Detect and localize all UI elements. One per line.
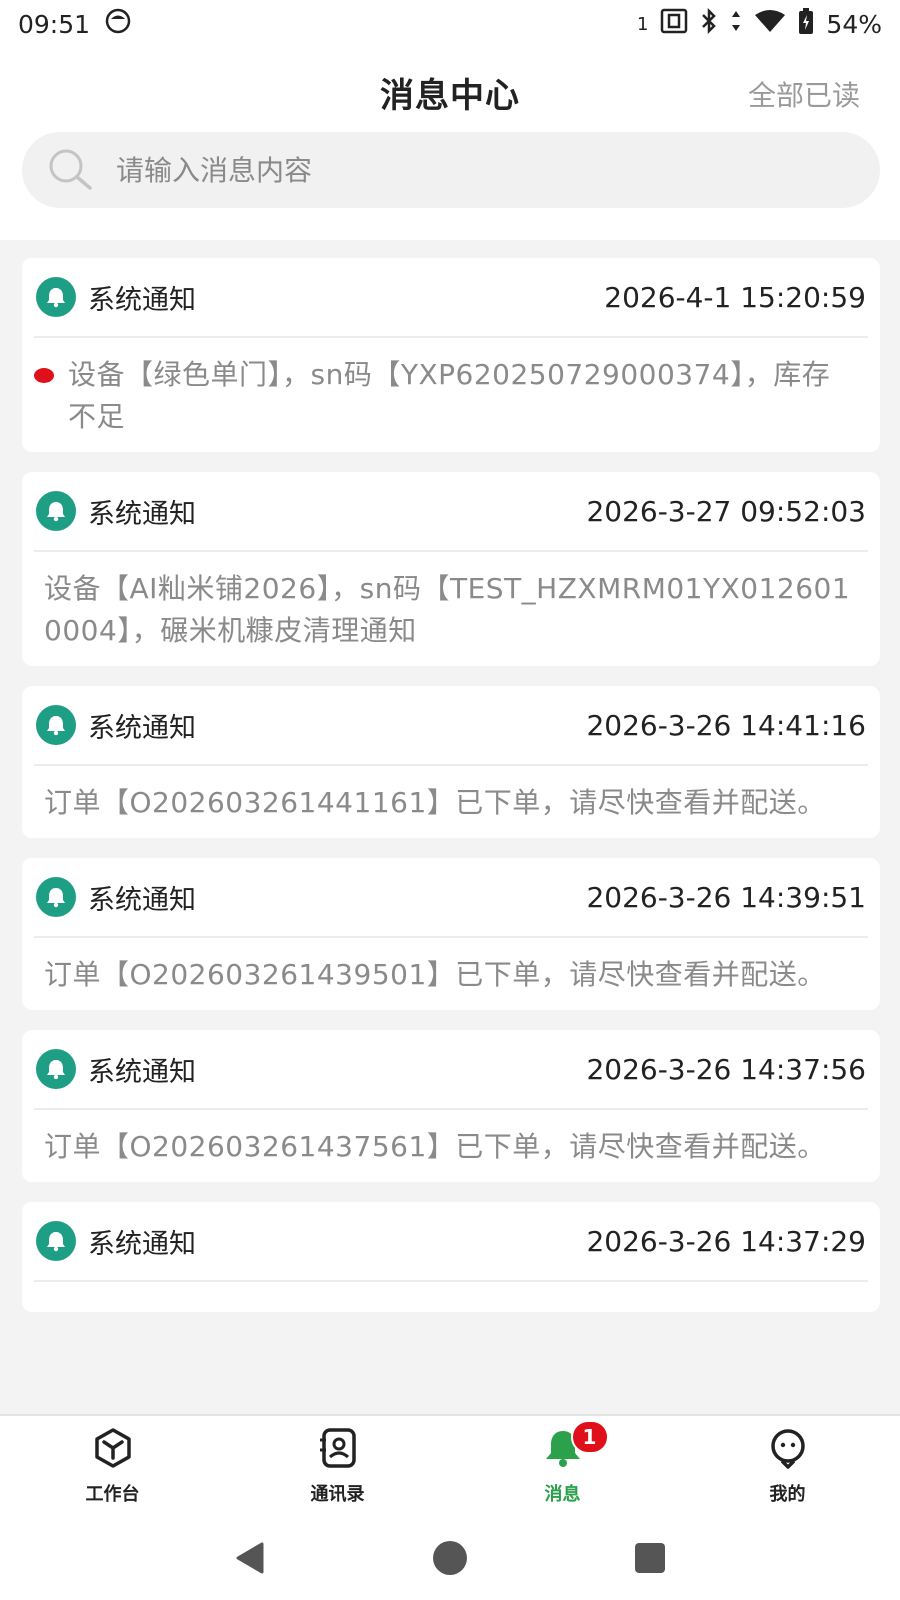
- message-card-header: 系统通知 2026-3-27 09:52:03: [34, 472, 868, 552]
- mark-all-read-button[interactable]: 全部已读: [748, 74, 860, 114]
- tab-label: 消息: [544, 1484, 581, 1505]
- system-navigation-bar: [0, 1520, 900, 1600]
- message-body: 设备【AI籼米铺2026】，sn码【TEST_HZXMRM01YX0126010…: [34, 552, 868, 666]
- message-list[interactable]: 系统通知 2026-4-1 15:20:59 设备【绿色单门】，sn码【YXP6…: [0, 240, 900, 1414]
- unread-dot: [34, 368, 54, 383]
- message-card-header: 系统通知 2026-3-26 14:41:16: [34, 686, 868, 766]
- message-time: 2026-4-1 15:20:59: [604, 280, 866, 314]
- bell-icon: [36, 877, 76, 917]
- message-body: 订单【O202603261441161】已下单，请尽快查看并配送。: [34, 766, 868, 838]
- bluetooth-icon: [700, 7, 718, 40]
- message-time: 2026-3-26 14:37:29: [586, 1224, 866, 1258]
- home-icon[interactable]: [430, 1538, 470, 1582]
- message-type: 系统通知: [88, 712, 196, 744]
- workbench-icon: [91, 1426, 135, 1474]
- message-card-header: 系统通知 2026-3-26 14:37:56: [34, 1030, 868, 1110]
- message-content: 订单【O202603261437561】已下单，请尽快查看并配送。: [44, 1130, 826, 1163]
- message-time: 2026-3-26 14:39:51: [586, 880, 866, 914]
- tab-label: 通讯录: [310, 1484, 365, 1505]
- bell-icon: [36, 1221, 76, 1261]
- message-content: 订单【O202603261441161】已下单，请尽快查看并配送。: [44, 786, 826, 819]
- message-type: 系统通知: [88, 1056, 196, 1088]
- message-type: 系统通知: [88, 884, 196, 916]
- notification-app-icon: [104, 7, 132, 41]
- tab-profile[interactable]: 我的: [675, 1416, 900, 1520]
- data-arrows-icon: [730, 8, 742, 40]
- message-type: 系统通知: [88, 498, 196, 530]
- bell-icon: [36, 1049, 76, 1089]
- message-body: 订单【O202603261439501】已下单，请尽快查看并配送。: [34, 938, 868, 1010]
- header: 消息中心 全部已读: [0, 48, 900, 128]
- tab-messages[interactable]: 1 消息: [450, 1416, 675, 1520]
- message-card[interactable]: 系统通知 2026-3-26 14:39:51 订单【O202603261439…: [22, 858, 880, 1010]
- message-content: 订单【O202603261439501】已下单，请尽快查看并配送。: [44, 958, 826, 991]
- tab-label: 我的: [769, 1484, 806, 1505]
- message-card-header: 系统通知 2026-3-26 14:39:51: [34, 858, 868, 938]
- unread-count-badge: 1: [570, 1420, 609, 1454]
- bell-icon: [36, 277, 76, 317]
- bottom-tab-bar: 工作台 通讯录 1 消息 我的: [0, 1414, 900, 1520]
- message-content: 设备【AI籼米铺2026】，sn码【TEST_HZXMRM01YX0126010…: [44, 572, 851, 647]
- message-card[interactable]: 系统通知 2026-4-1 15:20:59 设备【绿色单门】，sn码【YXP6…: [22, 258, 880, 452]
- status-time: 09:51: [18, 9, 91, 39]
- message-time: 2026-3-26 14:37:56: [586, 1052, 866, 1086]
- bell-icon: [36, 705, 76, 745]
- message-card[interactable]: 系统通知 2026-3-26 14:37:56 订单【O202603261437…: [22, 1030, 880, 1182]
- message-body: [34, 1282, 868, 1312]
- message-body: 订单【O202603261437561】已下单，请尽快查看并配送。: [34, 1110, 868, 1182]
- search-icon: [46, 146, 96, 194]
- recents-icon[interactable]: [630, 1538, 670, 1582]
- message-type: 系统通知: [88, 284, 196, 316]
- message-time: 2026-3-26 14:41:16: [586, 708, 866, 742]
- sim-indicator: 1: [636, 13, 649, 35]
- contacts-icon: [316, 1426, 360, 1474]
- nfc-icon: [660, 8, 688, 40]
- wifi-icon: [754, 8, 786, 40]
- battery-level: 54%: [826, 9, 882, 39]
- profile-icon: [766, 1426, 810, 1474]
- message-type: 系统通知: [88, 1228, 196, 1260]
- status-bar: 09:51 1 54%: [0, 0, 900, 48]
- message-content: 设备【绿色单门】，sn码【YXP620250729000374】，库存不足: [68, 358, 831, 433]
- message-card[interactable]: 系统通知 2026-3-27 09:52:03 设备【AI籼米铺2026】，sn…: [22, 472, 880, 666]
- back-icon[interactable]: [230, 1538, 270, 1582]
- message-card[interactable]: 系统通知 2026-3-26 14:41:16 订单【O202603261441…: [22, 686, 880, 838]
- message-time: 2026-3-27 09:52:03: [586, 494, 866, 528]
- bell-icon: [36, 491, 76, 531]
- tab-workbench[interactable]: 工作台: [0, 1416, 225, 1520]
- tab-label: 工作台: [85, 1484, 140, 1505]
- tab-contacts[interactable]: 通讯录: [225, 1416, 450, 1520]
- search-input[interactable]: [116, 153, 880, 187]
- message-card-header: 系统通知 2026-3-26 14:37:29: [34, 1202, 868, 1282]
- search-box[interactable]: [22, 132, 880, 208]
- message-card-header: 系统通知 2026-4-1 15:20:59: [34, 258, 868, 338]
- message-card[interactable]: 系统通知 2026-3-26 14:37:29: [22, 1202, 880, 1312]
- battery-icon: [798, 7, 814, 41]
- message-body: 设备【绿色单门】，sn码【YXP620250729000374】，库存不足: [34, 338, 868, 452]
